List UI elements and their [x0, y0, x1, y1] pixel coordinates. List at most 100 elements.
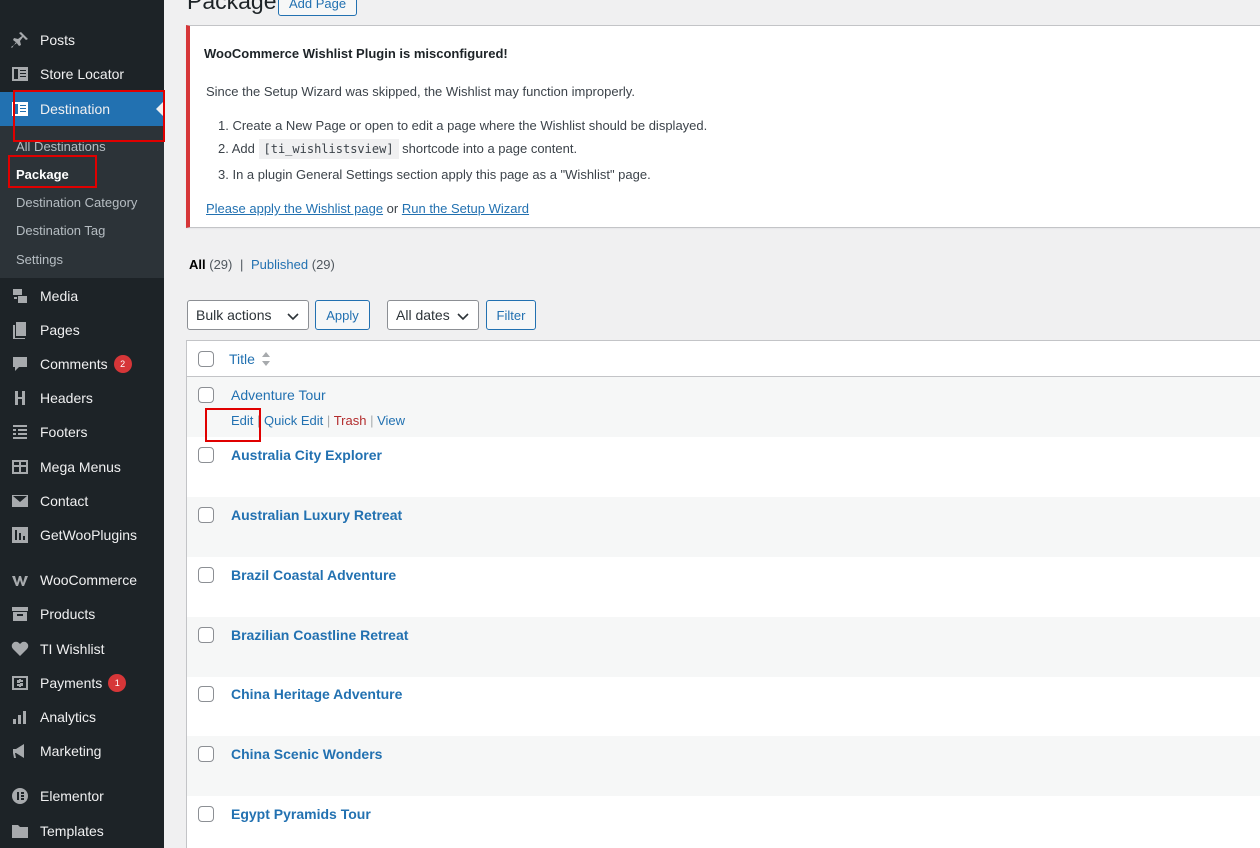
row-checkbox[interactable] — [198, 447, 214, 463]
apply-button[interactable]: Apply — [315, 300, 370, 330]
filter-separator: | — [240, 257, 244, 272]
pin-icon — [0, 23, 40, 57]
trash-link[interactable]: Trash — [334, 413, 367, 428]
row-title-link[interactable]: Australian Luxury Retreat — [231, 507, 402, 523]
admin-sidebar: All Destinations Package Destination Cat… — [0, 0, 164, 848]
menu-mega-menus[interactable]: Mega Menus — [0, 450, 164, 484]
page-title: Package — [187, 0, 277, 14]
step-2-suffix: shortcode into a page content. — [402, 141, 578, 156]
elementor-icon — [0, 779, 40, 813]
menu-label: Store Locator — [40, 66, 125, 82]
menu-marketing[interactable]: Marketing — [0, 734, 164, 768]
submenu-settings[interactable]: Settings — [16, 252, 63, 267]
footers-icon — [0, 415, 40, 449]
notice-step-3: 3. In a plugin General Settings section … — [218, 167, 651, 182]
row-checkbox[interactable] — [198, 686, 214, 702]
row-title-link[interactable]: Egypt Pyramids Tour — [231, 806, 371, 822]
store-icon — [0, 57, 40, 91]
mail-icon — [0, 484, 40, 518]
apply-wishlist-page-link[interactable]: Please apply the Wishlist page — [206, 201, 383, 216]
menu-ti-wishlist[interactable]: TI Wishlist — [0, 632, 164, 666]
submenu-destination-tag[interactable]: Destination Tag — [16, 223, 105, 238]
archive-icon — [0, 597, 40, 631]
dollar-icon — [0, 666, 40, 700]
row-checkbox[interactable] — [198, 627, 214, 643]
menu-label: Media — [40, 288, 79, 304]
row-title-link[interactable]: China Heritage Adventure — [231, 686, 402, 702]
table-header: Title — [187, 341, 1260, 377]
menu-elementor[interactable]: Elementor — [0, 779, 164, 813]
table-icon — [0, 450, 40, 484]
menu-contact[interactable]: Contact — [0, 484, 164, 518]
status-filters: All (29) | Published (29) — [189, 257, 335, 272]
menu-woocommerce[interactable]: WooCommerce — [0, 563, 164, 597]
filter-button[interactable]: Filter — [486, 300, 536, 330]
folder-icon — [0, 814, 40, 848]
edit-link[interactable]: Edit — [231, 413, 253, 428]
submenu-package[interactable]: Package — [16, 167, 69, 182]
table-row: Australia City Explorer — [187, 437, 1260, 497]
menu-destination[interactable]: Destination — [0, 92, 164, 126]
menu-label: Elementor — [40, 788, 104, 804]
row-checkbox[interactable] — [198, 387, 214, 403]
row-title-link[interactable]: Australia City Explorer — [231, 447, 382, 463]
menu-label: Comments — [40, 356, 108, 372]
plugins-icon — [0, 518, 40, 552]
menu-headers[interactable]: Headers — [0, 381, 164, 415]
menu-label: Payments — [40, 675, 103, 691]
destination-submenu: All Destinations Package Destination Cat… — [0, 126, 164, 278]
menu-comments[interactable]: Comments 2 — [0, 347, 164, 381]
table-row: Brazilian Coastline Retreat — [187, 617, 1260, 677]
media-icon — [0, 279, 40, 313]
chevron-down-icon — [287, 313, 299, 321]
bulk-actions-select[interactable]: Bulk actions — [187, 300, 309, 330]
row-checkbox[interactable] — [198, 806, 214, 822]
menu-label: GetWooPlugins — [40, 527, 138, 543]
menu-label: Headers — [40, 390, 93, 406]
step-2-prefix: 2. Add — [218, 141, 255, 156]
menu-payments[interactable]: Payments 1 — [0, 666, 164, 700]
menu-media[interactable]: Media — [0, 279, 164, 313]
menu-label: Pages — [40, 322, 80, 338]
comments-count-badge: 2 — [113, 355, 132, 373]
menu-analytics[interactable]: Analytics — [0, 700, 164, 734]
packages-table: Title Adventure Tour Edit | Quick Edit |… — [186, 340, 1260, 848]
headers-icon — [0, 381, 40, 415]
row-title-link[interactable]: China Scenic Wonders — [231, 746, 382, 762]
menu-products[interactable]: Products — [0, 597, 164, 631]
table-row: Egypt Pyramids Tour — [187, 796, 1260, 848]
menu-getwooplugins[interactable]: GetWooPlugins — [0, 518, 164, 552]
view-link[interactable]: View — [377, 413, 405, 428]
add-page-button[interactable]: Add Page — [278, 0, 358, 16]
quick-edit-link[interactable]: Quick Edit — [264, 413, 323, 428]
megaphone-icon — [0, 734, 40, 768]
row-title-link[interactable]: Brazil Coastal Adventure — [231, 567, 396, 583]
row-checkbox[interactable] — [198, 567, 214, 583]
row-title-link[interactable]: Adventure Tour — [231, 387, 326, 403]
chevron-down-icon — [457, 313, 469, 321]
menu-templates[interactable]: Templates — [0, 814, 164, 848]
notice-step-2: 2. Add [ti_wishlistsview] shortcode into… — [218, 139, 578, 159]
submenu-destination-category[interactable]: Destination Category — [16, 195, 137, 210]
title-column-header[interactable]: Title — [229, 351, 255, 367]
action-separator: | — [370, 413, 374, 428]
select-all-checkbox[interactable] — [198, 351, 214, 367]
row-title-link[interactable]: Brazilian Coastline Retreat — [231, 627, 408, 643]
row-checkbox[interactable] — [198, 507, 214, 523]
row-checkbox[interactable] — [198, 746, 214, 762]
filter-published-link[interactable]: Published — [251, 257, 308, 272]
menu-footers[interactable]: Footers — [0, 415, 164, 449]
run-setup-wizard-link[interactable]: Run the Setup Wizard — [402, 201, 529, 216]
submenu-all-destinations[interactable]: All Destinations — [16, 139, 106, 154]
menu-posts[interactable]: Posts — [0, 23, 164, 57]
heart-icon — [0, 632, 40, 666]
menu-pages[interactable]: Pages — [0, 313, 164, 347]
shortcode: [ti_wishlistsview] — [258, 139, 399, 159]
notice-links: Please apply the Wishlist page or Run th… — [206, 201, 529, 216]
filter-all-link[interactable]: All — [189, 257, 206, 272]
menu-store-locator[interactable]: Store Locator — [0, 57, 164, 91]
menu-label: WooCommerce — [40, 572, 137, 588]
payments-count-badge: 1 — [108, 674, 127, 692]
menu-label: Destination — [40, 101, 111, 117]
dates-select[interactable]: All dates — [387, 300, 479, 330]
